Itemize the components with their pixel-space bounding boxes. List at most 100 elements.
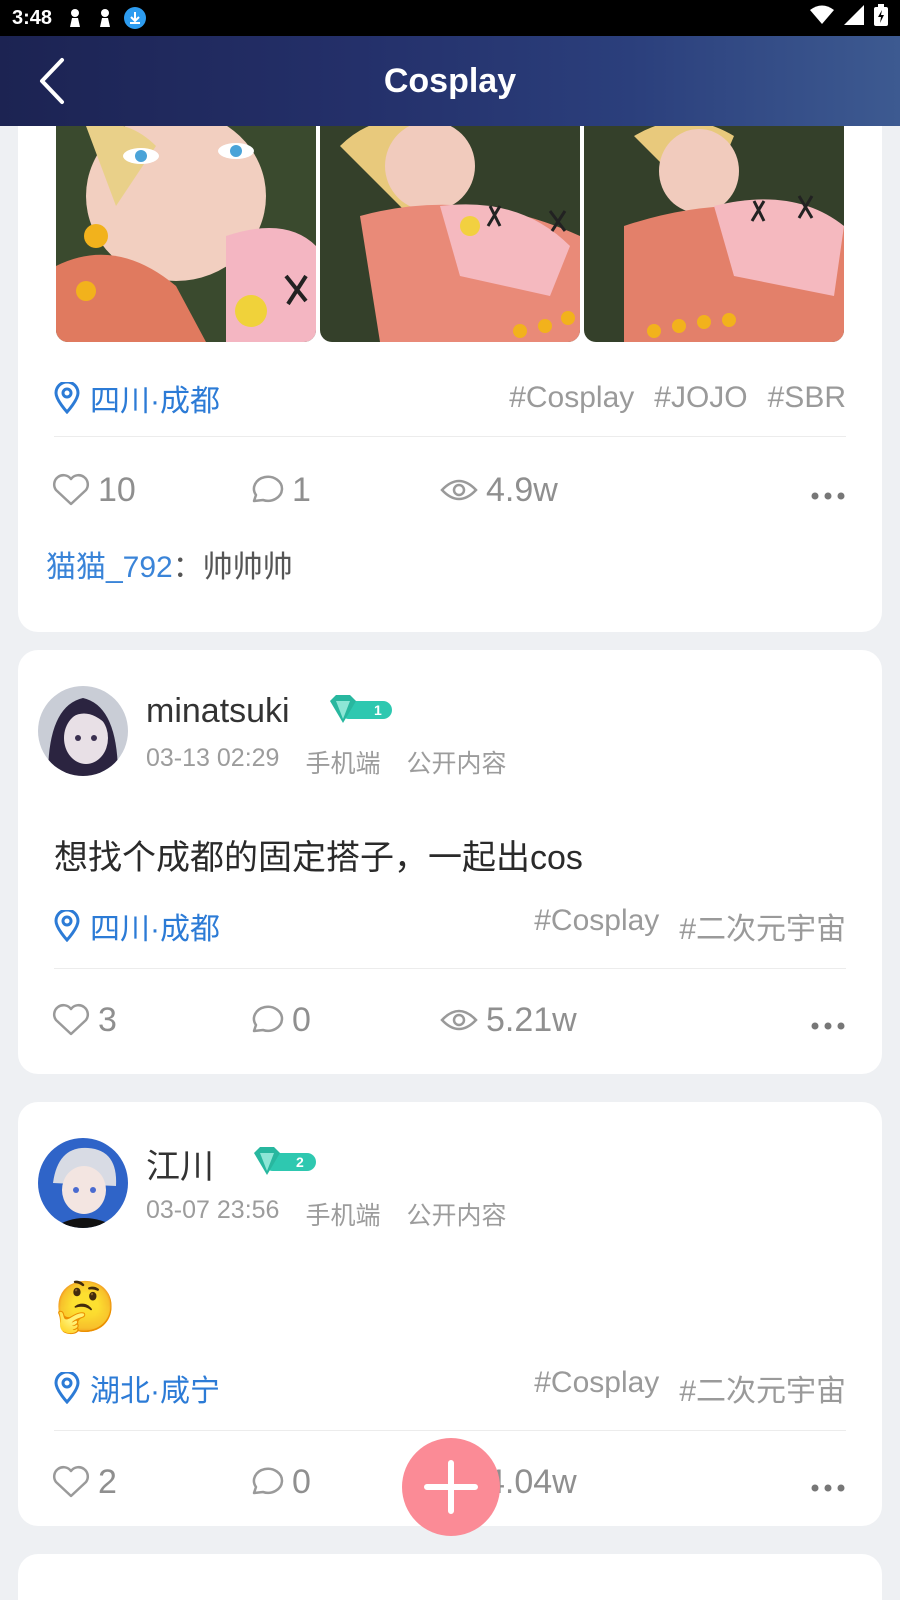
wifi-icon [810, 5, 834, 31]
post-date: 03-07 23:56 [146, 1196, 280, 1224]
plus-icon [424, 1460, 478, 1514]
like-button[interactable]: 10 [52, 471, 246, 510]
like-count: 10 [98, 470, 136, 509]
view-count-item: 5.21w [440, 1001, 640, 1040]
download-icon [124, 7, 147, 29]
tag[interactable]: #Cosplay [509, 381, 634, 415]
more-dots-icon [811, 1022, 845, 1029]
commenter-name[interactable]: 猫猫_792 [46, 551, 173, 584]
top-app-bar: Cosplay [0, 36, 900, 126]
tag[interactable]: #Cosplay [534, 1366, 659, 1410]
post-visibility: 公开内容 [406, 750, 507, 778]
more-dots-icon [811, 1484, 845, 1491]
like-button[interactable]: 3 [52, 1001, 246, 1040]
like-count: 2 [98, 1462, 117, 1501]
post-device: 手机端 [305, 1202, 381, 1230]
page-title: Cosplay [383, 61, 517, 100]
location-tags-row: 湖北·咸宁 #Cosplay #二次元宇宙 [54, 1366, 846, 1410]
post-emoji: 🤔 [54, 1279, 117, 1335]
status-bar: 3:48 [0, 0, 900, 36]
photo-grid [56, 126, 844, 342]
level-number: 2 [296, 1154, 304, 1170]
more-dots-icon [811, 492, 845, 499]
tag-list: #Cosplay #二次元宇宙 [534, 1366, 846, 1410]
like-count: 3 [98, 1000, 117, 1039]
post-card: minatsuki 1 03-13 02:29 手机端 公开内容 想找个成都的固… [18, 650, 882, 1074]
eye-icon [440, 1009, 478, 1031]
post-text[interactable]: 想找个成都的固定搭子，一起出cos [54, 830, 583, 879]
post-date: 03-13 02:29 [146, 744, 280, 772]
avatar[interactable] [38, 1138, 128, 1228]
signal-icon [844, 5, 864, 31]
create-post-button[interactable] [402, 1438, 500, 1536]
tag[interactable]: #Cosplay [534, 904, 659, 948]
more-options-button[interactable] [810, 1001, 846, 1040]
comment-count: 1 [292, 470, 311, 509]
tag[interactable]: #二次元宇宙 [679, 904, 846, 948]
comment-button[interactable]: 0 [246, 1001, 440, 1040]
comment-preview[interactable]: 猫猫_792：帅帅帅 [46, 542, 293, 586]
tag[interactable]: #二次元宇宙 [679, 1366, 846, 1410]
location-pin-icon [54, 910, 80, 942]
battery-icon [874, 4, 888, 32]
comment-text: 帅帅帅 [202, 551, 293, 584]
post-device: 手机端 [305, 750, 381, 778]
notification-icon [64, 7, 86, 29]
comment-count: 0 [292, 1000, 311, 1039]
location-pin-icon [54, 1372, 80, 1404]
heart-icon [53, 1004, 89, 1036]
divider [54, 968, 846, 969]
view-count-item: 4.9w [440, 471, 640, 510]
status-time: 3:48 [12, 6, 53, 29]
post-meta: 03-07 23:56 手机端 公开内容 [146, 1196, 506, 1232]
post-card [18, 1554, 882, 1600]
level-badge: 1 [326, 693, 394, 730]
feed[interactable]: 四川·成都 #Cosplay #JOJO #SBR 10 1 4.9w 猫猫_7… [0, 126, 900, 1600]
location-link[interactable]: 四川·成都 [54, 376, 220, 420]
post-photo[interactable] [56, 126, 316, 342]
author-name[interactable]: minatsuki [146, 692, 290, 731]
heart-icon [53, 1466, 89, 1498]
more-options-button[interactable] [810, 471, 846, 510]
action-bar: 10 1 4.9w [52, 468, 846, 512]
like-button[interactable]: 2 [52, 1463, 246, 1502]
level-badge: 2 [250, 1145, 318, 1182]
heart-icon [53, 474, 89, 506]
post-visibility: 公开内容 [406, 1202, 507, 1230]
comment-separator: ： [172, 551, 203, 584]
notification-icon [94, 7, 116, 29]
tag-list: #Cosplay #二次元宇宙 [534, 904, 846, 948]
view-count: 4.9w [486, 470, 558, 509]
comment-button[interactable]: 1 [246, 471, 440, 510]
tag-list: #Cosplay #JOJO #SBR [509, 381, 846, 415]
comment-bubble-icon [252, 1467, 284, 1495]
comment-count: 0 [292, 1462, 311, 1501]
post-meta: 03-13 02:29 手机端 公开内容 [146, 744, 506, 780]
level-number: 1 [374, 702, 382, 718]
comment-bubble-icon [252, 475, 284, 503]
divider [54, 436, 846, 437]
location-pin-icon [54, 382, 80, 414]
more-options-button[interactable] [810, 1463, 846, 1502]
tag[interactable]: #JOJO [654, 381, 747, 415]
divider [54, 1430, 846, 1431]
back-button[interactable] [36, 56, 76, 106]
comment-bubble-icon [252, 1005, 284, 1033]
post-photo[interactable] [320, 126, 580, 342]
action-bar: 3 0 5.21w [52, 998, 846, 1042]
location-link[interactable]: 四川·成都 [54, 904, 220, 948]
eye-icon [440, 479, 478, 501]
location-text: 四川·成都 [90, 385, 220, 418]
location-link[interactable]: 湖北·咸宁 [54, 1366, 220, 1410]
view-count: 5.21w [486, 1000, 577, 1039]
post-author: minatsuki 1 03-13 02:29 手机端 公开内容 [38, 686, 506, 780]
tag[interactable]: #SBR [768, 381, 846, 415]
location-text: 四川·成都 [90, 913, 220, 946]
post-author: 江川 2 03-07 23:56 手机端 公开内容 [38, 1138, 506, 1232]
back-arrow-icon [40, 58, 64, 104]
post-card: 四川·成都 #Cosplay #JOJO #SBR 10 1 4.9w 猫猫_7… [18, 126, 882, 632]
location-tags-row: 四川·成都 #Cosplay #JOJO #SBR [54, 378, 846, 418]
avatar[interactable] [38, 686, 128, 776]
post-photo[interactable] [584, 126, 844, 342]
author-name[interactable]: 江川 [146, 1139, 214, 1188]
